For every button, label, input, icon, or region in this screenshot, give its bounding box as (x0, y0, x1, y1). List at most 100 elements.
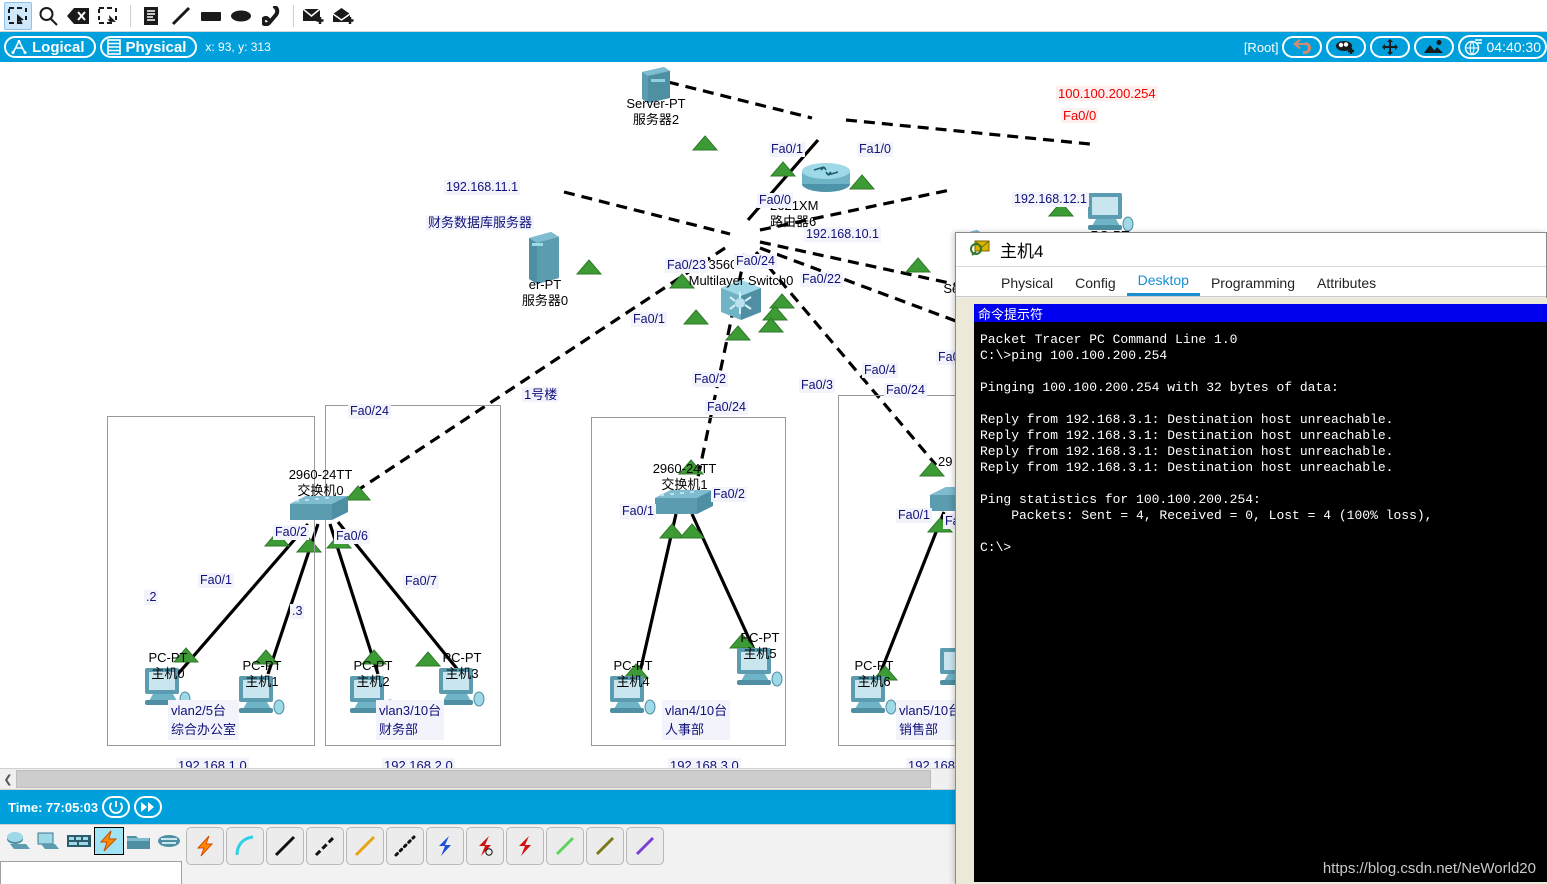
device-label-pc5: PC-PT 主机5 (717, 630, 803, 662)
tab-config[interactable]: Config (1064, 272, 1126, 296)
connection-coaxial[interactable] (426, 827, 464, 865)
move-object-icon (1381, 39, 1398, 55)
vlan-label: vlan3/10台 财务部 (376, 700, 445, 740)
port-label: Fa0/23 (665, 258, 708, 273)
scroll-left-arrow[interactable]: ❮ (0, 773, 16, 786)
octal-connection-icon (555, 836, 575, 856)
device-display-name: 主机2 (356, 674, 390, 689)
inspect-tool-button[interactable] (34, 2, 62, 30)
select-tool-button[interactable] (4, 1, 32, 30)
note-tool-button[interactable] (137, 2, 165, 30)
logical-view-button[interactable]: Logical (4, 36, 96, 58)
connection-copper-straight[interactable] (266, 827, 304, 865)
fast-forward-button[interactable] (134, 796, 163, 818)
add-complex-pdu-button[interactable] (330, 2, 358, 30)
draw-rect-tool-button[interactable] (197, 2, 225, 30)
tab-desktop[interactable]: Desktop (1126, 269, 1200, 296)
end-devices-icon (37, 832, 59, 849)
category-end-devices[interactable] (34, 827, 64, 855)
connection-phone[interactable] (386, 827, 424, 865)
tab-attributes[interactable]: Attributes (1306, 272, 1387, 296)
vlan-dept-text: 人事部 (665, 722, 705, 737)
new-cluster-button[interactable] (1325, 36, 1366, 58)
category-connections[interactable] (94, 827, 124, 855)
port-label: Fa0/24 (348, 404, 391, 419)
port-label: Fa0/1 (198, 573, 234, 588)
serial-dce-icon (479, 836, 493, 856)
device-category-bar (4, 827, 184, 855)
mode-bar-right-group: [Root] 04:40:30 (1244, 35, 1547, 59)
connection-console[interactable] (226, 827, 264, 865)
subnet-label: 192.168.2.0 (382, 758, 455, 768)
window-title-bar[interactable]: 主机4 (956, 233, 1546, 267)
connection-ieee[interactable] (586, 827, 624, 865)
device-properties-window[interactable]: 主机4 Physical Config Desktop Programming … (955, 232, 1547, 884)
toolbar-divider-2 (293, 4, 294, 27)
device-label-server0: er-PT 服务器0 (495, 277, 595, 309)
move-object-button[interactable] (1369, 36, 1410, 58)
ellipse-icon (231, 10, 251, 21)
window-tab-bar: Physical Config Desktop Programming Attr… (956, 267, 1546, 297)
category-miscellaneous[interactable] (124, 827, 154, 855)
draw-ellipse-tool-button[interactable] (227, 2, 255, 30)
command-prompt-terminal[interactable]: Packet Tracer PC Command Line 1.0 C:\>pi… (974, 322, 1547, 882)
node-suffix-label: .3 (290, 604, 305, 619)
device-label-pc0: PC-PT 主机0 (125, 650, 211, 682)
auto-connection-icon (196, 835, 214, 857)
note-icon (144, 6, 158, 25)
multiuser-connection-icon (158, 835, 180, 847)
resize-shape-tool-button[interactable] (94, 2, 122, 30)
device-label-switch0: 2960-24TT 交换机0 (263, 467, 378, 499)
coaxial-connection-icon (439, 836, 451, 856)
network-devices-icon (7, 832, 30, 849)
port-label: Fa0/1 (631, 312, 667, 327)
draw-freeform-tool-button[interactable] (257, 2, 285, 30)
category-network-devices[interactable] (4, 827, 34, 855)
device-model: PC-PT (353, 658, 393, 673)
canvas-horizontal-scrollbar[interactable]: ❮ (0, 768, 980, 790)
device-model: 2960-24TT (288, 467, 353, 482)
simulation-time-label: Time: 77:05:03 (8, 799, 99, 815)
connection-automatic[interactable] (186, 827, 224, 865)
connection-fiber[interactable] (346, 827, 384, 865)
device-display-name: Multilayer Switch0 (688, 273, 794, 288)
connection-octal[interactable] (546, 827, 584, 865)
device-model: Server-PT (626, 96, 686, 111)
connection-usb[interactable] (626, 827, 664, 865)
vlan-dept-text: 销售部 (899, 722, 939, 737)
reset-simulation-button[interactable] (102, 796, 131, 818)
port-label: Fa0/2 (692, 372, 728, 387)
toolbar-divider (130, 4, 131, 27)
set-background-button[interactable] (1413, 36, 1454, 58)
category-components[interactable] (64, 827, 94, 855)
delete-tool-button[interactable] (64, 2, 92, 30)
device-label-server2: Server-PT 服务器2 (600, 96, 712, 128)
port-label: Fa0/1 (620, 504, 656, 519)
port-label: Fa0/24 (734, 254, 777, 269)
connection-copper-crossover[interactable] (306, 827, 344, 865)
category-multiuser-connection[interactable] (154, 827, 184, 855)
port-label: Fa0/7 (403, 574, 439, 589)
device-model: PC-PT (442, 650, 482, 665)
fiber-connection-icon (354, 835, 376, 857)
device-switch1[interactable] (653, 488, 715, 523)
add-simple-pdu-button[interactable] (300, 2, 328, 30)
tab-physical[interactable]: Physical (990, 272, 1064, 296)
port-label: Fa0/1 (769, 142, 805, 157)
device-switch0[interactable] (288, 494, 350, 529)
device-router6[interactable] (800, 160, 852, 199)
connection-serial-dce[interactable] (466, 827, 504, 865)
device-label-pc1: PC-PT 主机1 (219, 658, 305, 690)
components-icon (67, 835, 91, 847)
port-label: Fa0/1 (896, 508, 932, 523)
device-display-name: 主机1 (245, 674, 279, 689)
device-display-name: 主机4 (616, 674, 650, 689)
clock-value: 04:40:30 (1486, 39, 1542, 55)
connection-serial-dte[interactable] (506, 827, 544, 865)
navigate-back-button[interactable] (1281, 36, 1322, 58)
tab-programming[interactable]: Programming (1200, 272, 1306, 296)
draw-line-tool-button[interactable] (167, 2, 195, 30)
physical-view-button[interactable]: Physical (99, 36, 198, 58)
scrollbar-thumb[interactable] (16, 770, 931, 788)
vlan-label: vlan2/5台 综合办公室 (168, 700, 240, 740)
